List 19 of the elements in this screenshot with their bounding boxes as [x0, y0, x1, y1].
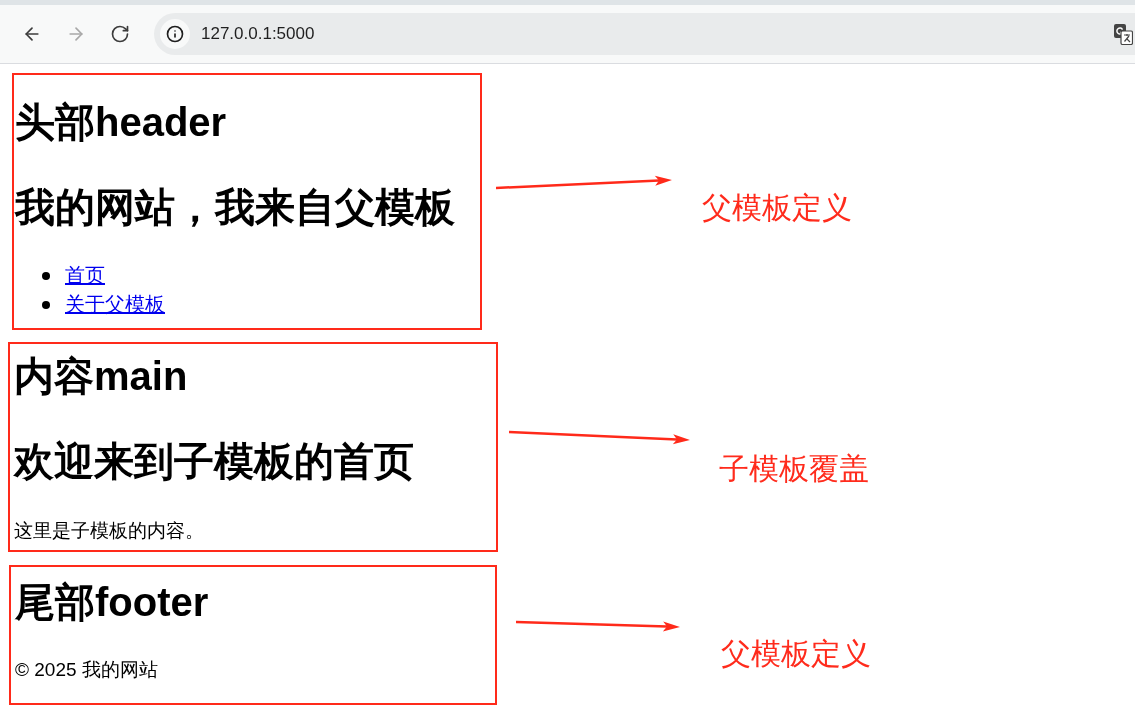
- annotation-label: 父模板定义: [721, 636, 871, 672]
- page-title: 我的网站，我来自父模板: [15, 184, 456, 231]
- page-title: 欢迎来到子模板的首页: [14, 438, 415, 485]
- translate-icon[interactable]: [1114, 23, 1133, 45]
- section-heading: 内容main: [14, 353, 189, 400]
- annotation-label: 父模板定义: [702, 190, 852, 226]
- bullet-icon: [42, 271, 50, 280]
- address-bar[interactable]: 127.0.0.1:5000: [154, 13, 1135, 55]
- url-text: 127.0.0.1:5000: [201, 23, 315, 46]
- section-heading: 头部header: [15, 99, 228, 146]
- body-text: 这里是子模板的内容。: [14, 519, 205, 543]
- nav-link[interactable]: 首页: [65, 261, 105, 290]
- info-icon[interactable]: [160, 19, 190, 49]
- annotation-label: 子模板覆盖: [719, 451, 869, 487]
- nav-link[interactable]: 关于父模板: [65, 290, 165, 319]
- section-heading: 尾部footer: [15, 579, 210, 626]
- bullet-icon: [42, 300, 50, 309]
- body-text: © 2025 我的网站: [15, 658, 159, 682]
- reload-icon: [110, 24, 130, 44]
